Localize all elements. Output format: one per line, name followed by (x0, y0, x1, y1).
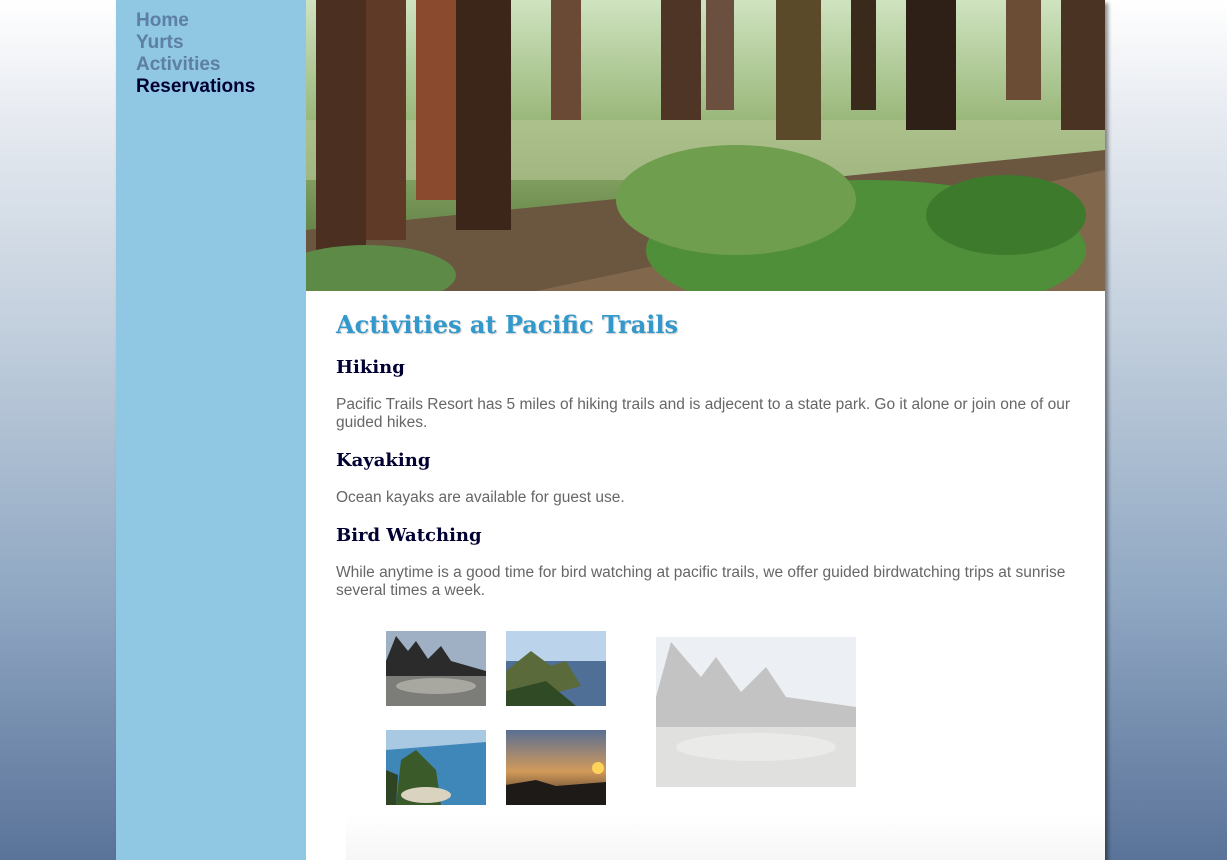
coast-cliffs-image (506, 631, 606, 706)
section-heading-bird-watching: Bird Watching (336, 525, 482, 546)
nav-link-yurts[interactable]: Yurts (136, 32, 184, 53)
activities-content: Activities at Pacific Trails Hiking Paci… (336, 310, 1076, 618)
footer-fade (346, 815, 1105, 860)
preview-beach-rocks-image (656, 637, 856, 787)
nav-link-home[interactable]: Home (136, 10, 189, 31)
section-text-hiking: Pacific Trails Resort has 5 miles of hik… (336, 396, 1071, 431)
sidebar-nav: Home Yurts Activities Reservations (116, 0, 306, 860)
nav-link-reservations[interactable]: Reservations (136, 76, 255, 97)
hero-forest-graphic (306, 0, 1105, 291)
sunset-image (506, 730, 606, 805)
gallery-thumb-coast-cliffs[interactable] (506, 631, 606, 706)
page-title: Activities at Pacific Trails (336, 310, 678, 339)
section-text-bird-watching: While anytime is a good time for bird wa… (336, 564, 1066, 599)
section-heading-hiking: Hiking (336, 357, 405, 378)
beach-rocks-image (386, 631, 486, 706)
nav-item-yurts: Yurts (136, 32, 306, 54)
gallery-thumb-sunset[interactable] (506, 730, 606, 805)
gallery-thumb-beach-rocks[interactable] (386, 631, 486, 706)
section-heading-kayaking: Kayaking (336, 450, 431, 471)
nav-item-home: Home (136, 10, 306, 32)
gallery-thumb-waterfall-cove[interactable] (386, 730, 486, 805)
hero-forest-image (306, 0, 1105, 291)
nav-link-activities[interactable]: Activities (136, 54, 220, 75)
page-wrapper: Home Yurts Activities Reservations Activ… (116, 0, 1105, 860)
waterfall-cove-image (386, 730, 486, 805)
nav-item-activities: Activities (136, 54, 306, 76)
section-text-kayaking: Ocean kayaks are available for guest use… (336, 489, 625, 506)
main-content-area: Activities at Pacific Trails Hiking Paci… (306, 0, 1105, 860)
nav-item-reservations: Reservations (136, 76, 306, 98)
gallery-preview-image (656, 637, 856, 787)
nav-list: Home Yurts Activities Reservations (116, 0, 306, 98)
